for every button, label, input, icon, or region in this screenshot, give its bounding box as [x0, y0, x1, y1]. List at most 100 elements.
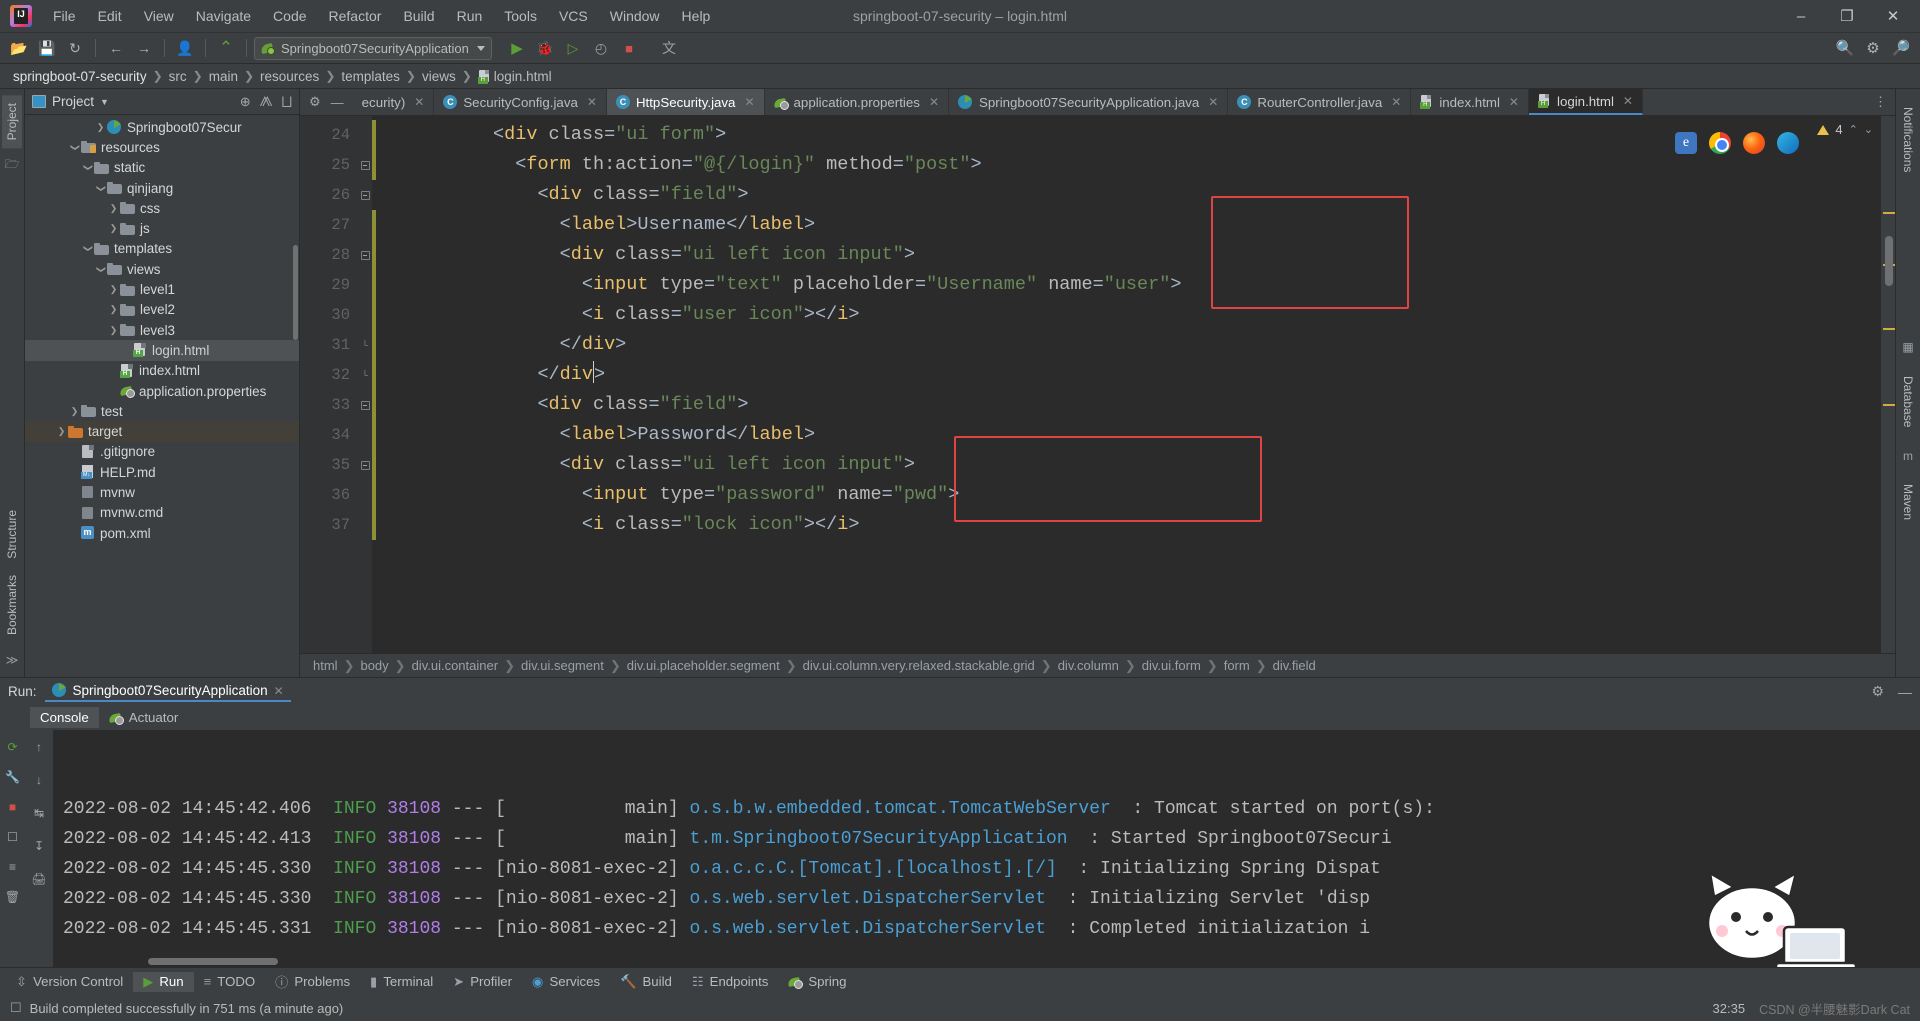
editor-tab-application-properties[interactable]: application.properties ✕ [765, 89, 949, 115]
code-line[interactable]: <label>Username</label> [376, 210, 1881, 240]
console-output[interactable]: 2022-08-02 14:45:42.406 INFO 38108 --- [… [53, 730, 1920, 967]
soft-wrap-icon[interactable]: ↹ [31, 804, 48, 821]
close-tab-icon[interactable]: ✕ [929, 95, 939, 109]
thread-dump-icon[interactable]: ≡ [4, 858, 21, 875]
expand-all-icon[interactable]: ⨇ [260, 94, 273, 110]
close-tab-icon[interactable]: ✕ [1208, 95, 1218, 109]
edge-icon[interactable] [1777, 132, 1799, 154]
tree-row[interactable]: static [25, 158, 299, 178]
tree-toggle-icon[interactable] [107, 325, 120, 336]
profiler-button[interactable]: ◴ [588, 36, 614, 60]
updates-icon[interactable]: ⌃ [213, 36, 239, 60]
breadcrumb-project[interactable]: springboot-07-security [8, 67, 152, 86]
menu-build[interactable]: Build [392, 4, 445, 28]
inspections-widget[interactable]: 4 ⌃ ⌄ [1817, 122, 1873, 137]
tool-button-profiler[interactable]: ➤ Profiler [443, 972, 522, 992]
run-tab-actuator[interactable]: Actuator [99, 707, 189, 728]
close-tab-icon[interactable]: ✕ [1391, 95, 1401, 109]
tree-toggle-icon[interactable] [107, 203, 120, 214]
save-all-icon[interactable]: 💾 [34, 36, 60, 60]
export-icon[interactable]: ↧ [31, 837, 48, 854]
tool-button-terminal[interactable]: ▮ Terminal [360, 972, 443, 992]
tree-toggle-icon[interactable] [68, 406, 81, 417]
tree-row[interactable]: qinjiang [25, 178, 299, 198]
tool-button-services[interactable]: ◉ Services [522, 972, 610, 992]
settings-gear-icon[interactable]: ⚙ [309, 94, 321, 110]
prev-problem-icon[interactable]: ⌃ [1849, 123, 1858, 136]
tool-tab-maven[interactable]: Maven [1898, 474, 1918, 530]
chevron-down-icon[interactable]: ▼ [100, 97, 109, 107]
chrome-icon[interactable] [1709, 132, 1731, 154]
menu-view[interactable]: View [133, 4, 185, 28]
tool-tab-project[interactable]: Project [2, 95, 22, 149]
tree-row[interactable]: templates [25, 239, 299, 259]
editor-breadcrumb-item[interactable]: div.ui.column.very.relaxed.stackable.gri… [800, 657, 1038, 674]
menu-edit[interactable]: Edit [87, 4, 133, 28]
tool-button-problems[interactable]: ⓘ Problems [265, 970, 360, 993]
rerun-icon[interactable]: ⟳ [4, 738, 21, 755]
back-icon[interactable]: ← [103, 36, 129, 60]
tree-row[interactable]: test [25, 401, 299, 421]
tool-tab-notifications[interactable]: Notifications [1898, 97, 1918, 182]
fold-end-icon[interactable]: └ [358, 330, 372, 360]
tree-row[interactable]: resources [25, 137, 299, 157]
run-with-coverage-button[interactable]: ▷ [560, 36, 586, 60]
code-line[interactable]: <i class="user icon"></i> [376, 300, 1881, 330]
tree-row[interactable]: mvnw [25, 482, 299, 502]
code-folding-column[interactable]: └ └ [358, 116, 372, 653]
code-line[interactable]: <label>Password</label> [376, 420, 1881, 450]
run-button[interactable]: ▶ [504, 36, 530, 60]
tree-row[interactable]: Hindex.html [25, 361, 299, 381]
camera-icon[interactable]: ☐ [4, 828, 21, 845]
folder-icon[interactable]: 🗁 [3, 156, 21, 174]
close-run-tab-icon[interactable]: ✕ [274, 684, 284, 698]
menu-refactor[interactable]: Refactor [318, 4, 393, 28]
profile-icon[interactable]: 👤 [172, 36, 198, 60]
breadcrumb-main[interactable]: main [204, 67, 243, 86]
tool-tab-bookmarks[interactable]: Bookmarks [2, 567, 22, 643]
tool-button-spring[interactable]: Spring [778, 972, 856, 991]
tool-button-build[interactable]: 🔨 Build [610, 972, 682, 992]
tree-toggle-icon[interactable] [68, 142, 81, 153]
tree-row[interactable]: mvnw.cmd [25, 503, 299, 523]
caret-position[interactable]: 32:35 [1713, 1001, 1746, 1016]
tree-toggle-icon[interactable] [107, 284, 120, 295]
menu-vcs[interactable]: VCS [548, 4, 599, 28]
fold-expand-icon[interactable] [358, 150, 372, 180]
settings-gear-icon[interactable]: ⚙ [1860, 36, 1886, 60]
code-editor[interactable]: 24 25 26 27 28 29 30 31 32 33 34 35 36 37 └ └ <div cla… [300, 116, 1895, 653]
tree-scrollbar-thumb[interactable] [293, 245, 298, 340]
scrollbar-thumb[interactable] [1885, 236, 1893, 286]
breadcrumb-views[interactable]: views [417, 67, 461, 86]
editor-breadcrumb-item[interactable]: div.ui.container [409, 657, 501, 674]
tree-toggle-icon[interactable] [94, 122, 107, 133]
tree-row[interactable]: level2 [25, 300, 299, 320]
run-configuration-tab[interactable]: Springboot07SecurityApplication ✕ [44, 681, 291, 702]
editor-tab-index-html[interactable]: H index.html ✕ [1411, 89, 1529, 115]
database-panel-icon[interactable]: ▦ [1900, 339, 1917, 356]
tree-row[interactable]: css [25, 198, 299, 218]
editor-tab-springboot-app[interactable]: Springboot07SecurityApplication.java ✕ [949, 89, 1229, 115]
scroll-up-icon[interactable]: ↑ [31, 738, 48, 755]
editor-breadcrumb-item[interactable]: div.ui.placeholder.segment [624, 657, 783, 674]
fold-expand-icon[interactable] [358, 450, 372, 480]
tree-row[interactable]: application.properties [25, 381, 299, 401]
menu-code[interactable]: Code [262, 4, 317, 28]
search-everywhere-icon[interactable]: 🔍 [1832, 36, 1858, 60]
tree-row[interactable]: js [25, 218, 299, 238]
breadcrumb-resources[interactable]: resources [255, 67, 324, 86]
menu-file[interactable]: File [42, 4, 87, 28]
close-tab-icon[interactable]: ✕ [1623, 94, 1633, 108]
run-tab-console[interactable]: Console [30, 707, 99, 728]
search-icon[interactable]: 🔎 [1888, 36, 1914, 60]
project-file-tree[interactable]: Springboot07Secur resources static qinjiang… [25, 115, 299, 677]
sync-icon[interactable]: ↻ [62, 36, 88, 60]
code-line[interactable]: <div class="ui form"> [376, 120, 1881, 150]
close-tab-icon[interactable]: ✕ [587, 95, 597, 109]
more-tabs-icon[interactable]: ⋮ [1874, 94, 1887, 110]
editor-scrollbar[interactable] [1881, 116, 1895, 653]
maven-panel-icon[interactable]: m [1900, 447, 1917, 464]
settings-gear-icon[interactable]: ⚙ [1871, 683, 1884, 700]
stop-icon[interactable]: ■ [4, 798, 21, 815]
close-tab-icon[interactable]: ✕ [414, 95, 424, 109]
